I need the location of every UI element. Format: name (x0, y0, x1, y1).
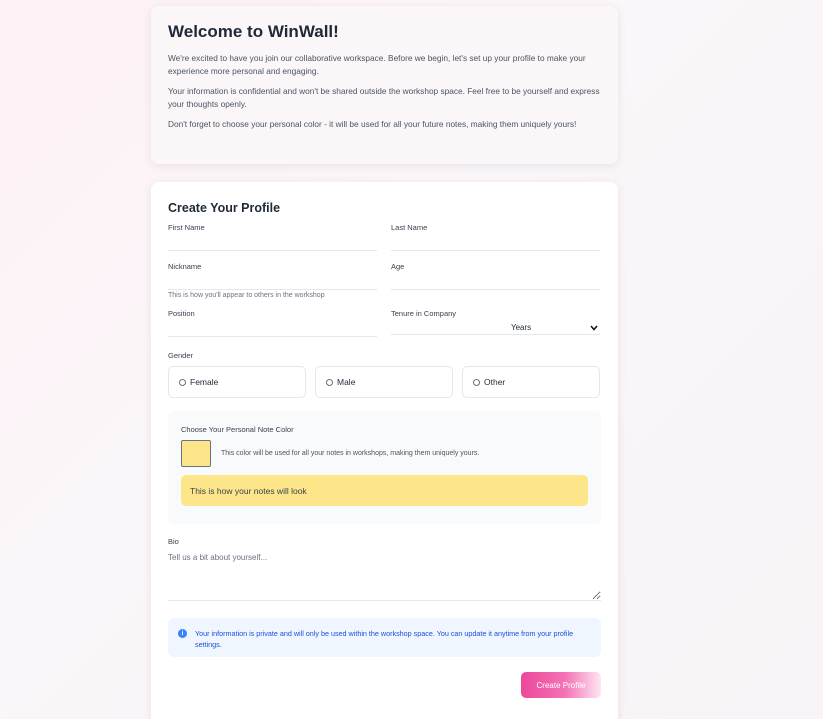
bio-label: Bio (168, 537, 179, 546)
create-profile-button[interactable]: Create Profile (521, 672, 601, 698)
age-label: Age (391, 262, 405, 271)
gender-label: Gender (168, 351, 194, 360)
note-color-title: Choose Your Personal Note Color (181, 425, 294, 434)
radio-icon[interactable] (473, 378, 480, 386)
age-field: Age (391, 262, 600, 299)
age-input[interactable] (391, 274, 600, 290)
profile-form-card: Create Your Profile First Name Last Name… (151, 182, 618, 719)
nickname-input[interactable] (168, 274, 377, 290)
chevron-down-icon (590, 324, 598, 331)
note-color-hint: This color will be used for all your not… (221, 450, 480, 457)
note-preview: This is how your notes will look (181, 475, 588, 506)
gender-section: Gender Female Male Other (168, 351, 601, 398)
gender-option-other[interactable]: Other (462, 366, 600, 398)
tenure-label: Tenure in Company (391, 309, 457, 318)
position-label: Position (168, 309, 195, 318)
info-icon: i (178, 629, 187, 638)
gender-option-label: Other (484, 377, 506, 387)
nickname-label: Nickname (168, 262, 202, 271)
welcome-card: Welcome to WinWall! We're excited to hav… (151, 6, 618, 164)
note-color-picker-row: This color will be used for all your not… (181, 440, 588, 467)
tenure-unit-value: Years (511, 323, 532, 332)
privacy-info-box: i Your information is private and will o… (168, 618, 601, 657)
color-picker-swatch[interactable] (181, 440, 211, 467)
welcome-paragraph: Don't forget to choose your personal col… (168, 119, 577, 129)
last-name-label: Last Name (391, 223, 428, 232)
position-input[interactable] (168, 321, 377, 337)
welcome-title: Welcome to WinWall! (168, 22, 339, 41)
gender-option-male[interactable]: Male (315, 366, 453, 398)
nickname-hint: This is how you'll appear to others in t… (168, 292, 325, 299)
nickname-field: Nickname This is how you'll appear to ot… (168, 262, 377, 299)
name-row: First Name Last Name (168, 223, 601, 251)
welcome-paragraph: We're excited to have you join our colla… (168, 53, 586, 76)
radio-icon[interactable] (179, 378, 186, 386)
submit-row: Create Profile (168, 672, 601, 698)
last-name-field: Last Name (391, 223, 600, 251)
tenure-controls: Years (391, 321, 600, 335)
bio-field: Bio (168, 537, 601, 606)
position-tenure-row: Position Tenure in Company Years (168, 309, 601, 337)
gender-option-label: Female (190, 377, 219, 387)
nickname-age-row: Nickname This is how you'll appear to ot… (168, 262, 601, 299)
gender-option-female[interactable]: Female (168, 366, 306, 398)
bio-textarea[interactable] (168, 549, 601, 601)
profile-form-title: Create Your Profile (168, 201, 281, 215)
note-color-section: Choose Your Personal Note Color This col… (168, 411, 601, 524)
radio-icon[interactable] (326, 378, 333, 386)
tenure-input[interactable] (391, 321, 501, 335)
welcome-paragraph: Your information is confidential and won… (168, 86, 600, 109)
first-name-field: First Name (168, 223, 377, 251)
position-field: Position (168, 309, 377, 337)
gender-options: Female Male Other (168, 366, 601, 398)
privacy-info-text: Your information is private and will onl… (195, 629, 574, 649)
last-name-input[interactable] (391, 235, 600, 251)
first-name-label: First Name (168, 223, 205, 232)
gender-option-label: Male (337, 377, 356, 387)
first-name-input[interactable] (168, 235, 377, 251)
tenure-unit-select[interactable]: Years (501, 321, 600, 335)
tenure-field: Tenure in Company Years (391, 309, 600, 337)
